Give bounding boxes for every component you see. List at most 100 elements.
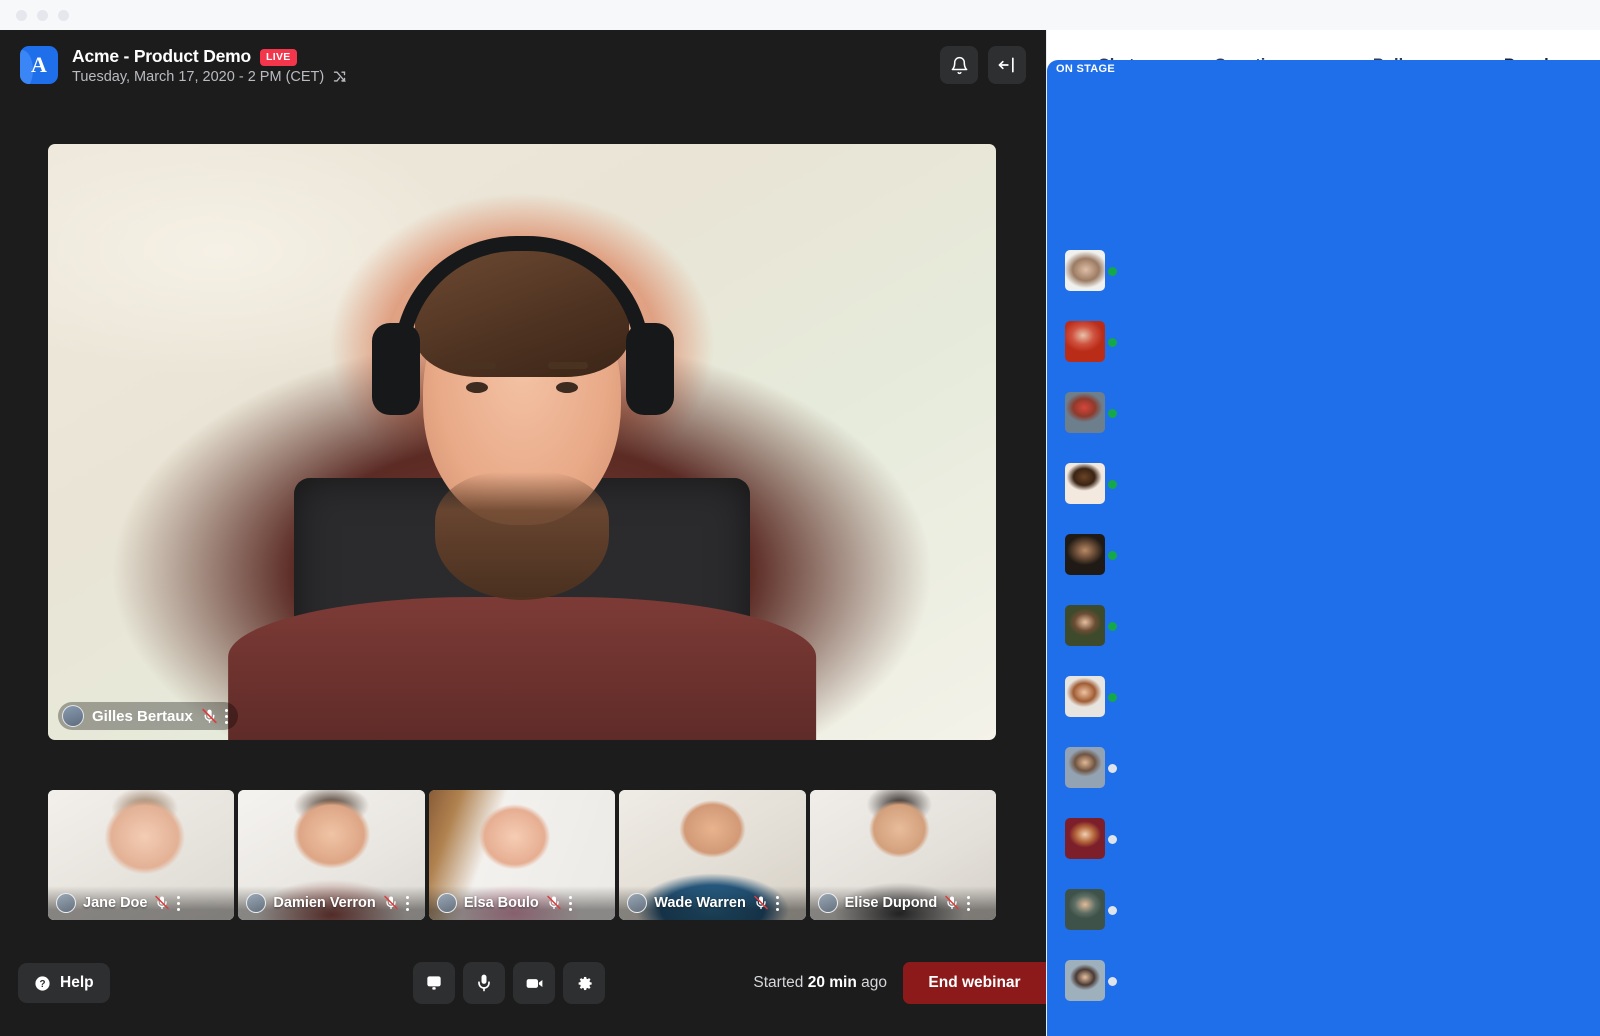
screen-share-icon bbox=[427, 976, 441, 990]
list-item[interactable]: Jannet Samson YOU ON STAGE jannet@acmee.… bbox=[1047, 60, 1600, 1036]
speaker-name: Gilles Bertaux bbox=[92, 707, 193, 725]
mic-off-icon[interactable] bbox=[944, 894, 960, 912]
speaker-brow-left bbox=[456, 361, 496, 369]
avatar-wrapper bbox=[1065, 462, 1117, 504]
mic-off-icon[interactable] bbox=[154, 894, 170, 912]
avatar bbox=[56, 893, 76, 913]
avatar-wrapper bbox=[1065, 746, 1117, 788]
thumbnail-tile[interactable]: Wade Warren bbox=[619, 790, 806, 920]
avatar bbox=[1065, 746, 1105, 788]
avatar bbox=[1065, 817, 1105, 859]
help-label: Help bbox=[60, 974, 94, 991]
session-duration: Started 20 min ago bbox=[753, 974, 887, 992]
avatar bbox=[62, 705, 84, 727]
avatar-wrapper bbox=[1065, 533, 1117, 575]
webinar-title-block: Acme - Product Demo LIVE Tuesday, March … bbox=[72, 46, 347, 85]
people-list[interactable]: Jannet Samson YOU ON STAGE jannet@acmee.… bbox=[1047, 60, 1600, 1036]
status-badge bbox=[1108, 976, 1117, 986]
stage-header-actions bbox=[940, 46, 1026, 84]
thumbnail-overlay-bar: Elise Dupond bbox=[809, 886, 997, 920]
participant-name: Damien Verron bbox=[273, 895, 376, 911]
avatar-wrapper bbox=[1065, 959, 1117, 1001]
status-badge bbox=[1108, 550, 1117, 560]
mic-off-icon[interactable] bbox=[753, 894, 769, 912]
avatar bbox=[1065, 462, 1105, 504]
speaker-beard bbox=[435, 471, 609, 600]
headphones-cup-left bbox=[372, 322, 420, 415]
participant-thumbnail-strip: Jane Doe Damien Verron Elsa Boulo Wade W… bbox=[48, 790, 997, 920]
brand-logo-letter: A bbox=[31, 52, 47, 77]
stage-toolbar: ? Help Started 20 min ago End webinar bbox=[0, 926, 1046, 1036]
thumbnail-tile[interactable]: Jane Doe bbox=[48, 790, 235, 920]
end-webinar-button[interactable]: End webinar bbox=[903, 962, 1046, 1004]
collapse-panel-button[interactable] bbox=[988, 46, 1026, 84]
shuffle-icon[interactable] bbox=[332, 69, 347, 84]
person-info: Jannet Samson YOU ON STAGE jannet@acmee.… bbox=[1047, 60, 1600, 1036]
video-stage: A Acme - Product Demo LIVE Tuesday, Marc… bbox=[0, 30, 1046, 1036]
notifications-button[interactable] bbox=[940, 46, 978, 84]
kebab-menu-icon[interactable] bbox=[775, 895, 779, 911]
main-speaker-video[interactable]: Gilles Bertaux bbox=[48, 144, 996, 740]
svg-text:?: ? bbox=[39, 979, 45, 990]
mic-off-icon[interactable] bbox=[201, 707, 217, 725]
thumbnail-overlay-bar: Damien Verron bbox=[238, 886, 425, 920]
avatar-wrapper bbox=[1065, 817, 1117, 859]
webinar-schedule: Tuesday, March 17, 2020 - 2 PM (CET) bbox=[72, 68, 325, 85]
thumbnail-tile[interactable]: Damien Verron bbox=[238, 790, 425, 920]
thumbnail-tile[interactable]: Elise Dupond bbox=[809, 790, 997, 920]
status-badge bbox=[1108, 692, 1117, 702]
started-suffix: ago bbox=[861, 974, 887, 991]
avatar bbox=[1065, 533, 1105, 575]
kebab-menu-icon[interactable] bbox=[967, 895, 971, 911]
microphone-icon bbox=[478, 974, 490, 992]
webinar-app-window: A Acme - Product Demo LIVE Tuesday, Marc… bbox=[0, 0, 1600, 1036]
kebab-menu-icon[interactable] bbox=[405, 895, 409, 911]
help-button[interactable]: ? Help bbox=[18, 963, 110, 1003]
live-badge: LIVE bbox=[260, 48, 297, 66]
camera-icon bbox=[526, 978, 542, 988]
speaker-torso bbox=[228, 596, 816, 740]
participant-name: Elsa Boulo bbox=[463, 895, 539, 911]
status-badge-on-stage: ON STAGE bbox=[1047, 60, 1600, 1036]
settings-button[interactable] bbox=[563, 962, 605, 1004]
brand-logo: A bbox=[20, 46, 58, 84]
window-close-dot[interactable] bbox=[16, 9, 27, 21]
thumbnail-overlay-bar: Jane Doe bbox=[48, 886, 235, 920]
participant-name: Jane Doe bbox=[83, 895, 148, 911]
question-circle-icon: ? bbox=[35, 975, 50, 991]
kebab-menu-icon[interactable] bbox=[568, 895, 572, 911]
mic-off-icon[interactable] bbox=[383, 894, 399, 912]
avatar bbox=[1065, 888, 1105, 930]
status-badge bbox=[1108, 479, 1117, 489]
window-maximize-dot[interactable] bbox=[58, 9, 69, 21]
kebab-menu-icon[interactable] bbox=[177, 895, 181, 911]
avatar bbox=[1065, 249, 1105, 291]
gear-icon bbox=[578, 976, 592, 990]
avatar-wrapper bbox=[1065, 675, 1117, 717]
thumbnail-tile[interactable]: Elsa Boulo bbox=[428, 790, 616, 920]
avatar-wrapper bbox=[1065, 391, 1117, 433]
status-badge bbox=[1108, 763, 1117, 773]
avatar-wrapper bbox=[1065, 604, 1117, 646]
avatar bbox=[1065, 604, 1105, 646]
status-badge bbox=[1108, 266, 1117, 276]
mic-off-icon[interactable] bbox=[546, 894, 562, 912]
camera-button[interactable] bbox=[513, 962, 555, 1004]
speaker-name-pill: Gilles Bertaux bbox=[58, 702, 238, 730]
stage-header: A Acme - Product Demo LIVE Tuesday, Marc… bbox=[0, 30, 1046, 100]
status-badge bbox=[1108, 621, 1117, 631]
avatar bbox=[1065, 320, 1105, 362]
kebab-menu-icon[interactable] bbox=[224, 708, 228, 724]
avatar-wrapper bbox=[1065, 320, 1117, 362]
participant-name: Wade Warren bbox=[654, 895, 746, 911]
status-badge bbox=[1108, 905, 1117, 915]
avatar bbox=[1065, 391, 1105, 433]
avatar bbox=[1065, 959, 1105, 1001]
avatar bbox=[817, 893, 838, 913]
screen-share-button[interactable] bbox=[413, 962, 455, 1004]
microphone-button[interactable] bbox=[463, 962, 505, 1004]
window-minimize-dot[interactable] bbox=[37, 9, 48, 21]
status-badge bbox=[1108, 408, 1117, 418]
status-badge bbox=[1108, 337, 1117, 347]
thumbnail-overlay-bar: Elsa Boulo bbox=[428, 886, 616, 920]
